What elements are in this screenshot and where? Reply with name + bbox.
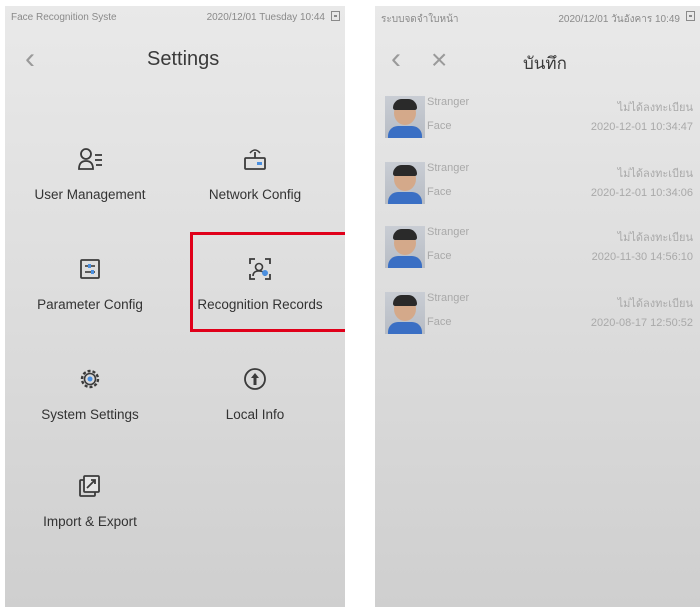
battery-icon	[331, 11, 340, 21]
close-button[interactable]: ×	[431, 46, 447, 74]
menu-label: User Management	[34, 187, 146, 202]
menu-label: Network Config	[208, 187, 302, 202]
app-name: Face Recognition Syste	[11, 12, 117, 23]
record-name: Stranger	[427, 96, 470, 108]
record-row[interactable]: Stranger Face ไม่ได้ลงทะเบียน 2020-11-30…	[385, 224, 693, 276]
menu-parameter-config[interactable]: Parameter Config	[15, 244, 165, 334]
record-time: 2020-12-01 10:34:06	[590, 187, 693, 199]
menu-user-management[interactable]: User Management	[15, 134, 165, 224]
status-datetime: 2020/12/01 วันอังคาร 10:49	[558, 14, 680, 25]
status-bar: ระบบจดจำใบหน้า 2020/12/01 วันอังคาร 10:4…	[375, 6, 700, 28]
menu-import-export[interactable]: Import & Export	[15, 461, 165, 551]
record-name: Stranger	[427, 226, 470, 238]
battery-icon	[686, 11, 695, 21]
record-time: 2020-12-01 10:34:47	[590, 121, 693, 133]
record-status: ไม่ได้ลงทะเบียน	[617, 298, 693, 310]
user-management-icon	[78, 148, 102, 170]
import-export-icon	[79, 475, 100, 497]
local-info-icon	[244, 368, 266, 390]
record-name: Stranger	[427, 292, 470, 304]
app-name: ระบบจดจำใบหน้า	[381, 14, 459, 25]
records-screen: ระบบจดจำใบหน้า 2020/12/01 วันอังคาร 10:4…	[375, 6, 700, 607]
network-config-icon	[244, 149, 266, 170]
record-type: Face	[427, 186, 452, 198]
face-thumbnail	[385, 162, 425, 204]
record-time: 2020-08-17 12:50:52	[590, 317, 693, 329]
status-datetime: 2020/12/01 Tuesday 10:44	[206, 12, 325, 23]
menu-label: Parameter Config	[37, 297, 143, 312]
menu-label: System Settings	[41, 407, 139, 422]
record-row[interactable]: Stranger Face ไม่ได้ลงทะเบียน 2020-08-17…	[385, 290, 693, 342]
page-title: บันทึก	[523, 54, 567, 73]
system-settings-icon	[80, 369, 100, 389]
status-bar: Face Recognition Syste 2020/12/01 Tuesda…	[5, 6, 345, 28]
record-status: ไม่ได้ลงทะเบียน	[617, 232, 693, 244]
menu-network-config[interactable]: Network Config	[180, 134, 330, 224]
record-row[interactable]: Stranger Face ไม่ได้ลงทะเบียน 2020-12-01…	[385, 94, 693, 146]
settings-screen: Face Recognition Syste 2020/12/01 Tuesda…	[5, 6, 345, 607]
menu-system-settings[interactable]: System Settings	[15, 354, 165, 444]
record-status: ไม่ได้ลงทะเบียน	[617, 168, 693, 180]
face-thumbnail	[385, 96, 425, 138]
highlight-box	[190, 232, 345, 332]
menu-local-info[interactable]: Local Info	[180, 354, 330, 444]
face-thumbnail	[385, 226, 425, 268]
record-type: Face	[427, 250, 452, 262]
record-time: 2020-11-30 14:56:10	[591, 251, 693, 263]
record-row[interactable]: Stranger Face ไม่ได้ลงทะเบียน 2020-12-01…	[385, 160, 693, 212]
parameter-config-icon	[80, 259, 100, 279]
back-button[interactable]: ‹	[391, 44, 401, 74]
record-status: ไม่ได้ลงทะเบียน	[617, 102, 693, 114]
record-type: Face	[427, 316, 452, 328]
menu-label: Import & Export	[43, 514, 137, 529]
face-thumbnail	[385, 292, 425, 334]
back-button[interactable]: ‹	[25, 44, 35, 74]
menu-label: Local Info	[225, 407, 285, 422]
record-type: Face	[427, 120, 452, 132]
record-name: Stranger	[427, 162, 470, 174]
page-title: Settings	[147, 48, 220, 70]
